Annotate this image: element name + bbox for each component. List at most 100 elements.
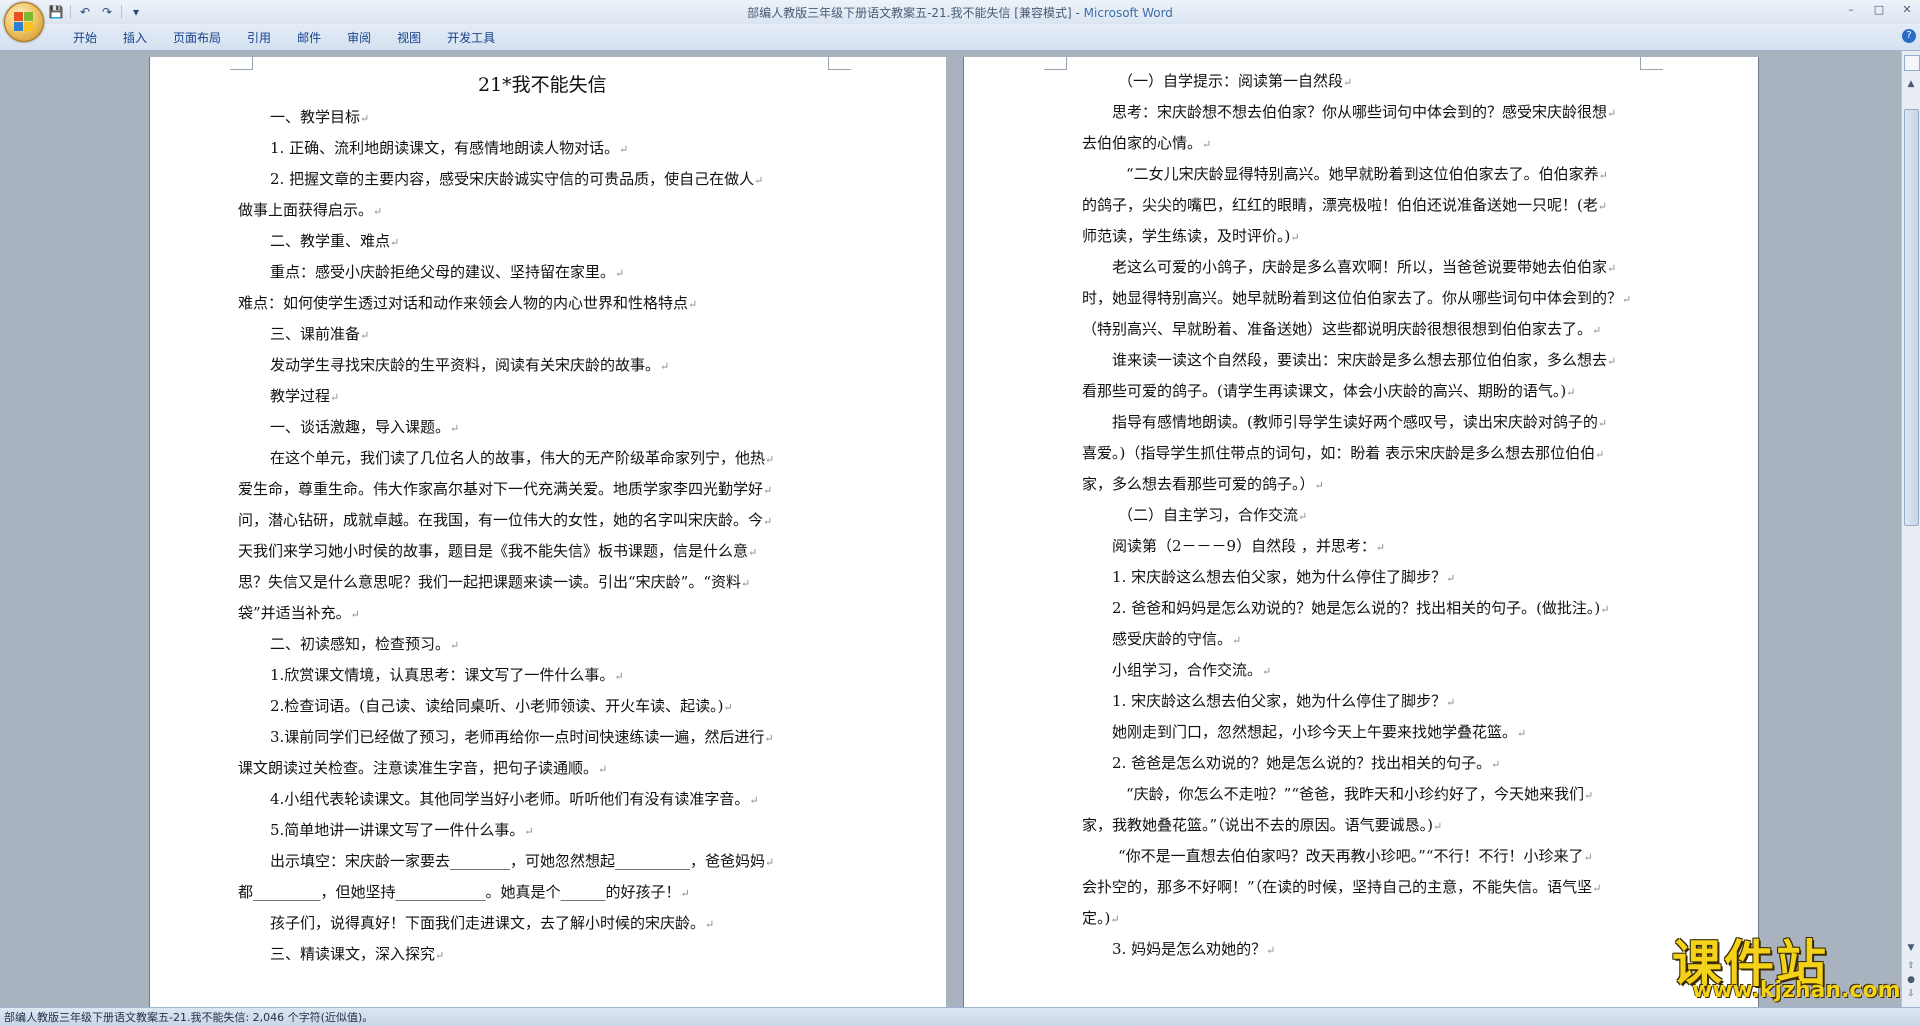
document-line: 重点：感受小庆龄拒绝父母的建议、坚持留在家里。↵	[270, 262, 624, 282]
document-line: 小组学习，合作交流。↵	[1112, 660, 1271, 680]
watermark-url: www.kjzhan.com	[1692, 978, 1901, 1003]
page-left[interactable]: 21*我不能失信 一、教学目标↵ 1. 正确、流利地朗读课文，有感情地朗读人物对话。…	[150, 57, 946, 1007]
scroll-down-icon[interactable]: ▼	[1904, 941, 1918, 955]
office-logo-icon	[14, 12, 34, 32]
tab-insert[interactable]: 插入	[110, 29, 160, 47]
line-text: 袋”并适当补充。	[238, 604, 351, 622]
line-text: 难点：如何使学生透过对话和动作来领会人物的内心世界和性格特点	[238, 294, 689, 312]
status-text: 部编人教版三年级下册语文教案五-21.我不能失信: 2,046 个字符(近似值)…	[4, 1011, 374, 1024]
line-text: 小组学习，合作交流。	[1112, 661, 1263, 679]
line-text: 一、谈话激趣，导入课题。	[270, 418, 451, 436]
document-line: 去伯伯家的心情。↵	[1082, 133, 1211, 153]
paragraph-mark-icon: ↵	[450, 639, 460, 652]
line-text: 问，潜心钻研，成就卓越。在我国，有一位伟大的女性，她的名字叫宋庆龄。今	[238, 511, 764, 529]
document-line: 2. 爸爸和妈妈是怎么劝说的？她是怎么说的？找出相关的句子。(做批注。)↵	[1112, 598, 1610, 618]
document-line: 爱生命，尊重生命。伟大作家高尔基对下一代充满关爱。地质学家李四光勤学好↵	[238, 479, 772, 499]
paragraph-mark-icon: ↵	[754, 174, 764, 187]
line-text: “二女儿宋庆龄显得特别高兴。她早就盼着到这位伯伯家去了。伯伯家养	[1126, 165, 1599, 183]
line-text: 1. 正确、流利地朗读课文，有感情地朗读人物对话。	[270, 139, 620, 157]
line-text: 3. 妈妈是怎么劝她的？	[1112, 940, 1267, 958]
document-line: 阅读第（2－－－9）自然段 ，并思考：↵	[1112, 536, 1385, 556]
document-line: 都_________，但她坚持____________。她真是个______的好…	[238, 882, 690, 902]
paragraph-mark-icon: ↵	[1583, 851, 1593, 864]
line-text: 思？失信又是什么意思呢？我们一起把课题来读一读。引出“宋庆龄”。“资料	[238, 573, 742, 591]
crop-mark	[1640, 57, 1663, 70]
document-workspace: 21*我不能失信 一、教学目标↵ 1. 正确、流利地朗读课文，有感情地朗读人物对话。…	[0, 51, 1902, 1007]
document-line: 课文朗读过关检查。注意读准生字音，把句子读通顺。↵	[238, 758, 607, 778]
tab-developer[interactable]: 开发工具	[434, 29, 508, 47]
paragraph-mark-icon: ↵	[1584, 789, 1594, 802]
tab-references[interactable]: 引用	[234, 29, 284, 47]
scrollbar-thumb[interactable]	[1904, 109, 1919, 526]
minimize-icon[interactable]: –	[1844, 3, 1858, 17]
document-line: 孩子们，说得真好！下面我们走进课文，去了解小时候的宋庆龄。↵	[270, 913, 714, 933]
ruler-toggle-icon[interactable]	[1904, 55, 1920, 71]
help-icon[interactable]: ?	[1902, 29, 1916, 43]
next-page-icon[interactable]: ⇩	[1904, 987, 1918, 1001]
tab-home[interactable]: 开始	[60, 29, 110, 47]
paragraph-mark-icon: ↵	[1517, 727, 1527, 740]
line-text: 2.检查词语。(自己读、读给同桌听、小老师领读、开火车读、起读。)	[270, 697, 724, 715]
paragraph-mark-icon: ↵	[598, 763, 608, 776]
line-text: （一）自学提示：阅读第一自然段	[1118, 72, 1344, 90]
line-text: 去伯伯家的心情。	[1082, 134, 1203, 152]
close-icon[interactable]: ✕	[1900, 3, 1914, 17]
paragraph-mark-icon: ↵	[1622, 293, 1632, 306]
line-text: 家，我教她叠花篮。”（说出不去的原因。语气要诚恳。)	[1082, 816, 1434, 834]
paragraph-mark-icon: ↵	[1266, 944, 1276, 957]
document-line: 感受庆龄的守信。↵	[1112, 629, 1241, 649]
document-line: 的鸽子，尖尖的嘴巴，红红的眼睛，漂亮极啦！伯伯还说准备送她一只呢！(老↵	[1082, 195, 1607, 215]
tab-mailings[interactable]: 邮件	[284, 29, 334, 47]
tab-review[interactable]: 审阅	[334, 29, 384, 47]
document-line: 她刚走到门口，忽然想起，小珍今天上午要来找她学叠花篮。↵	[1112, 722, 1526, 742]
document-line: 时，她显得特别高兴。她早就盼着到这位伯伯家去了。你从哪些词句中体会到的？↵	[1082, 288, 1631, 308]
document-line: 1. 正确、流利地朗读课文，有感情地朗读人物对话。↵	[270, 138, 628, 158]
tab-view[interactable]: 视图	[384, 29, 434, 47]
line-text: 喜爱。)（指导学生抓住带点的词句，如：盼着 表示宋庆龄是多么想去那位伯伯	[1082, 444, 1596, 462]
paragraph-mark-icon: ↵	[360, 112, 370, 125]
document-line: 谁来读一读这个自然段，要读出：宋庆龄是多么想去那位伯伯家，多么想去↵	[1112, 350, 1616, 370]
document-line: “庆龄，你怎么不走啦？”“爸爸，我昨天和小珍约好了，今天她来我们↵	[1126, 784, 1593, 804]
document-line: 3.课前同学们已经做了预习，老师再给你一点时间快速练读一遍，然后进行↵	[270, 727, 774, 747]
paragraph-mark-icon: ↵	[1343, 76, 1353, 89]
paragraph-mark-icon: ↵	[360, 329, 370, 342]
page-right[interactable]: （一）自学提示：阅读第一自然段↵ 思考：宋庆龄想不想去伯伯家？你从哪些词句中体会到…	[964, 57, 1758, 1007]
paragraph-mark-icon: ↵	[1595, 448, 1605, 461]
line-text: 天我们来学习她小时侯的故事，题目是《我不能失信》板书课题，信是什么意	[238, 542, 749, 560]
paragraph-mark-icon: ↵	[1607, 355, 1617, 368]
maximize-icon[interactable]: □	[1872, 3, 1886, 17]
paragraph-mark-icon: ↵	[748, 546, 758, 559]
line-text: 在这个单元，我们读了几位名人的故事，伟大的无产阶级革命家列宁，他热	[270, 449, 766, 467]
document-line: 三、课前准备↵	[270, 324, 369, 344]
document-line: 三、精读课文，深入探究↵	[270, 944, 444, 964]
line-text: 阅读第（2－－－9）自然段 ，并思考：	[1112, 537, 1376, 555]
document-name: 部编人教版三年级下册语文教案五-21.我不能失信 [兼容模式] -	[747, 6, 1084, 20]
line-text: 都_________，但她坚持____________。她真是个______的好…	[238, 883, 681, 901]
vertical-scrollbar[interactable]: ▲ ▼ ⇧ ● ⇩	[1901, 51, 1920, 1007]
document-line: 2. 把握文章的主要内容，感受宋庆龄诚实守信的可贵品质，使自己在做人↵	[270, 169, 763, 189]
window-title: 部编人教版三年级下册语文教案五-21.我不能失信 [兼容模式] - Micros…	[0, 4, 1920, 21]
paragraph-mark-icon: ↵	[1290, 231, 1300, 244]
line-text: 教学过程	[270, 387, 331, 405]
line-text: （特别高兴、早就盼着、准备送她）这些都说明庆龄很想很想到伯伯家去了。	[1082, 320, 1593, 338]
line-text: 2. 爸爸是怎么劝说的？她是怎么说的？找出相关的句子。	[1112, 754, 1492, 772]
line-text: 感受庆龄的守信。	[1112, 630, 1233, 648]
paragraph-mark-icon: ↵	[450, 422, 460, 435]
tab-page-layout[interactable]: 页面布局	[160, 29, 234, 47]
paragraph-mark-icon: ↵	[1600, 603, 1610, 616]
line-text: 4.小组代表轮读课文。其他同学当好小老师。听听他们有没有读准字音。	[270, 790, 750, 808]
select-browse-object-icon[interactable]: ●	[1904, 973, 1918, 987]
document-line: 发动学生寻找宋庆龄的生平资料，阅读有关宋庆龄的故事。↵	[270, 355, 669, 375]
scroll-up-icon[interactable]: ▲	[1904, 77, 1918, 91]
office-button[interactable]	[4, 2, 44, 42]
document-line: 指导有感情地朗读。(教师引导学生读好两个感叹号，读出宋庆龄对鸽子的↵	[1112, 412, 1607, 432]
title-bar: 💾 ↶ ↷ ▾ 部编人教版三年级下册语文教案五-21.我不能失信 [兼容模式] …	[0, 0, 1920, 42]
document-line: 看那些可爱的鸽子。(请学生再读课文，体会小庆龄的高兴、期盼的语气。)↵	[1082, 381, 1575, 401]
document-line: 思？失信又是什么意思呢？我们一起把课题来读一读。引出“宋庆龄”。“资料↵	[238, 572, 750, 592]
window-controls: – □ ✕	[1844, 3, 1914, 17]
line-text: 做事上面获得启示。	[238, 201, 374, 219]
previous-page-icon[interactable]: ⇧	[1904, 959, 1918, 973]
document-line: 1.欣赏课文情境，认真思考：课文写了一件什么事。↵	[270, 665, 624, 685]
line-text: 3.课前同学们已经做了预习，老师再给你一点时间快速练读一遍，然后进行	[270, 728, 765, 746]
document-line: 二、初读感知，检查预习。↵	[270, 634, 459, 654]
